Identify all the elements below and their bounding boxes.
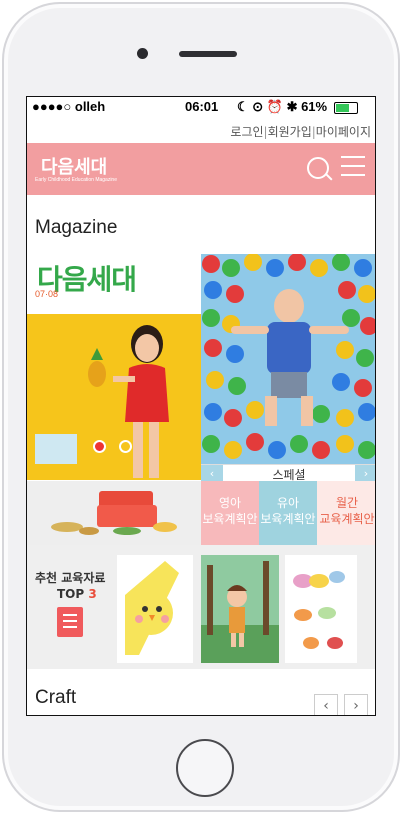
magazine-cover[interactable]: 다음세대 07·08	[27, 254, 201, 480]
butterfly-craft-image	[293, 571, 345, 649]
recommend-card-1[interactable]	[117, 555, 193, 663]
forest-girl-image	[201, 555, 279, 663]
cover-thumbnails	[35, 434, 77, 464]
tile-infant-line1: 영아	[218, 496, 242, 510]
carousel-dot[interactable]	[119, 440, 132, 453]
battery-icon	[334, 102, 358, 114]
toy-basket-photo	[51, 491, 177, 535]
tile-monthly-plan[interactable]: 월간 교육계획안	[317, 481, 375, 545]
phone-screen: ●●●●○ olleh 06:01 ☾ ⊙ ⏰ ✱ 61% 로그인|회원가입|마…	[26, 96, 376, 716]
hamburger-menu-icon[interactable]	[341, 156, 365, 176]
ball-pit-photo	[202, 254, 375, 459]
tile-child-line1: 유아	[276, 496, 300, 510]
home-button[interactable]	[176, 739, 234, 797]
battery-percent: 61%	[301, 99, 328, 114]
cover-image	[27, 314, 201, 480]
carousel-dot-active[interactable]	[93, 440, 106, 453]
special-next-icon[interactable]: ›	[355, 465, 375, 482]
clock: 06:01	[185, 99, 219, 114]
tile-infant-line2: 보육계획안	[202, 512, 258, 526]
toy-image[interactable]	[27, 481, 201, 545]
special-feature-image[interactable]	[201, 254, 375, 464]
tile-child-plan[interactable]: 유아 보육계획안	[259, 481, 317, 545]
earpiece-speaker	[179, 51, 237, 57]
recommend-top-label: TOP	[57, 587, 85, 601]
status-bar: ●●●●○ olleh 06:01 ☾ ⊙ ⏰ ✱ 61%	[27, 97, 375, 117]
site-header: 다음세대 Early Childhood Education Magazine	[27, 143, 375, 195]
join-link[interactable]: 회원가입	[268, 125, 312, 139]
recommend-card-2[interactable]	[201, 555, 279, 663]
book-icon	[57, 607, 83, 637]
tile-infant-plan[interactable]: 영아 보육계획안	[201, 481, 259, 545]
magazine-section-title: Magazine	[35, 217, 118, 238]
craft-section-title: Craft	[35, 687, 77, 708]
tile-monthly-line1: 월간	[335, 496, 359, 510]
site-logo[interactable]: 다음세대	[41, 153, 107, 179]
tile-child-line2: 보육계획안	[260, 512, 316, 526]
special-prev-icon[interactable]: ‹	[201, 465, 223, 482]
pineapple-illustration	[88, 348, 106, 387]
recommend-card-3[interactable]	[285, 555, 357, 663]
girl-illustration	[113, 325, 169, 478]
craft-prev-button[interactable]: ‹	[314, 694, 338, 715]
cover-date: 07·08	[35, 289, 59, 299]
status-icons: ☾ ⊙ ⏰ ✱ 61%	[237, 99, 328, 114]
craft-next-button[interactable]: ›	[344, 694, 368, 715]
recommend-top-number: 3	[88, 587, 97, 601]
recommend-top: TOP 3	[57, 587, 97, 601]
front-camera	[137, 48, 148, 59]
search-icon[interactable]	[307, 157, 329, 179]
special-bar: ‹ 스페셜 ›	[201, 464, 375, 482]
login-link[interactable]: 로그인	[230, 125, 263, 139]
recommend-title: 추천 교육자료	[35, 571, 106, 585]
mypage-link[interactable]: 마이페이지	[316, 125, 371, 139]
chick-craft-image	[125, 561, 179, 655]
carrier-label: ●●●●○ olleh	[32, 99, 106, 114]
logo-subtitle: Early Childhood Education Magazine	[35, 177, 117, 183]
top-links: 로그인|회원가입|마이페이지	[230, 125, 371, 139]
tile-monthly-line2: 교육계획안	[319, 512, 375, 526]
